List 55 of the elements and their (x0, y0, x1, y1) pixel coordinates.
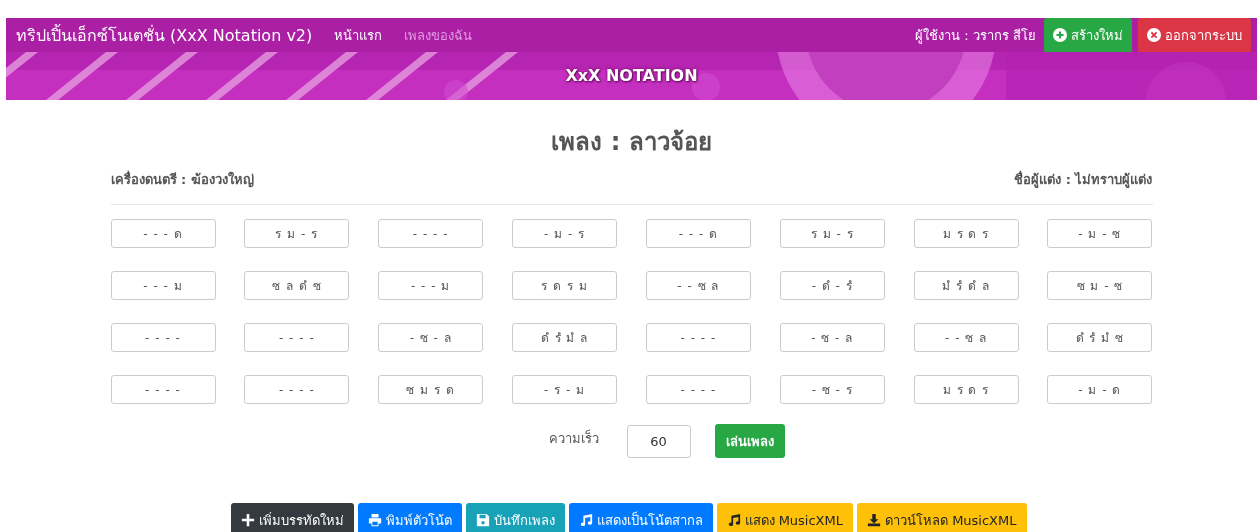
banner-title: XxX NOTATION (565, 66, 698, 85)
note-field[interactable]: ดํ รํ มํ ซ (1047, 323, 1153, 352)
printer-icon (367, 513, 382, 527)
note-field[interactable]: - - - - (244, 375, 350, 404)
note-field[interactable]: - ดํ - รํ (779, 271, 885, 300)
note-field[interactable]: - ม - ซ (1047, 219, 1153, 248)
speed-field[interactable]: 60 (626, 424, 691, 458)
note-field[interactable]: - - - - (244, 323, 350, 352)
note-field[interactable]: ม ร ด ร (913, 375, 1019, 404)
note-field[interactable]: - - - - (645, 375, 751, 404)
note-field[interactable]: ร ม - ร (779, 219, 885, 248)
note-field[interactable]: - - ซ ล (913, 323, 1019, 352)
action-button[interactable]: ดาวน์โหลด MusicXML (857, 503, 1027, 532)
note-field[interactable]: ซ ม ร ด (378, 375, 484, 404)
note-field[interactable]: - ซ - ร (779, 375, 885, 404)
note-field[interactable]: - - - - (110, 375, 216, 404)
close-icon (1147, 28, 1161, 42)
note-field[interactable]: - ซ - ล (779, 323, 885, 352)
note-field[interactable]: ซ ม - ซ (1047, 271, 1153, 300)
nav-link[interactable]: หน้าแรก (334, 24, 383, 46)
note-field[interactable]: - - - ด (645, 219, 751, 248)
note-field[interactable]: ร ม - ร (244, 219, 350, 248)
composer-label: ชื่อผู้แต่ง : ไม่ทราบผู้แต่ง (1014, 169, 1153, 190)
note-field[interactable]: - - - ด (110, 219, 216, 248)
song-title: เพลง : ลาวจ้อย (550, 127, 713, 158)
note-field[interactable]: - - - - (378, 219, 484, 248)
note-field[interactable]: ร ด ร ม (512, 271, 618, 300)
action-button[interactable]: พิมพ์ตัวโน้ต (357, 503, 462, 532)
plus-icon (240, 513, 255, 527)
music-note-icon (578, 513, 593, 527)
download-icon (867, 513, 881, 527)
action-button[interactable]: เพิ่มบรรทัดใหม่ (230, 503, 354, 532)
note-field[interactable]: - - - - (110, 323, 216, 352)
action-button[interactable]: แสดงเป็นโน้ตสากล (568, 503, 713, 532)
music-note-icon (726, 513, 741, 527)
note-field[interactable]: - ม - ด (1047, 375, 1153, 404)
speed-label: ความเร็ว (548, 428, 599, 448)
note-field[interactable]: - ซ - ล (378, 323, 484, 352)
note-field[interactable]: - ม - ร (512, 219, 618, 248)
note-field[interactable]: ม ร ด ร (913, 219, 1019, 248)
app-title: ทริปเปิ้นเอ็กซ์โนเตชั่น (XxX Notation v2) (16, 23, 313, 47)
note-field[interactable]: ซ ล ดํ ซ (244, 271, 350, 300)
add-icon (1053, 28, 1067, 42)
note-field[interactable]: - - - ม (110, 271, 216, 300)
note-field[interactable]: มํ รํ ดํ ล (913, 271, 1019, 300)
floppy-icon (475, 513, 490, 527)
user-name: ผู้ใช้งาน : วรากร สีโย (915, 26, 1036, 46)
action-button[interactable]: แสดง MusicXML (716, 503, 853, 532)
note-field[interactable]: - - ซ ล (645, 271, 751, 300)
note-field[interactable]: - ร - ม (512, 375, 618, 404)
logout-button[interactable]: ออกจากระบบ (1138, 17, 1251, 53)
instrument-label: เครื่องดนตรี : ฆ้องวงใหญ่ (110, 169, 254, 190)
note-field[interactable]: - - - ม (378, 271, 484, 300)
note-field[interactable]: - - - - (645, 323, 751, 352)
note-field[interactable]: ดํ รํ มํ ล (512, 323, 618, 352)
